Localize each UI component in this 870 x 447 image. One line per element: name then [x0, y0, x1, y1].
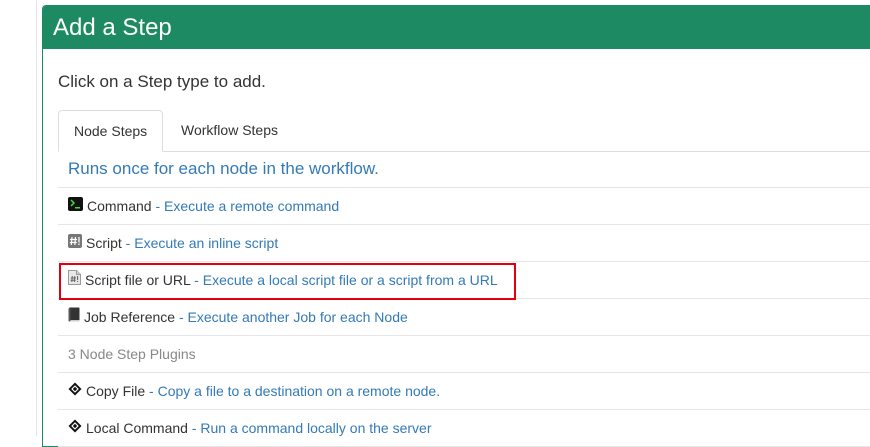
step-name: Local Command: [86, 420, 188, 436]
step-type-tabs: Node Steps Workflow Steps: [58, 110, 870, 152]
tab-workflow-steps[interactable]: Workflow Steps: [166, 110, 293, 150]
diamond-icon: [68, 373, 82, 409]
step-separator: -: [190, 272, 203, 288]
step-item-copy-file[interactable]: Copy File - Copy a file to a destination…: [58, 373, 870, 410]
node-steps-list: Runs once for each node in the workflow.…: [58, 151, 870, 447]
terminal-icon: [68, 188, 83, 224]
step-name: Command: [87, 198, 152, 214]
step-description: Execute another Job for each Node: [187, 309, 408, 325]
step-name: Script file or URL: [85, 272, 191, 288]
step-name: Copy File: [86, 383, 146, 399]
tab-node-steps[interactable]: Node Steps: [58, 110, 164, 152]
step-item-script-file[interactable]: Script file or URL - Execute a local scr…: [58, 262, 870, 299]
diamond-icon: [68, 410, 82, 446]
step-description: Run a command locally on the server: [200, 420, 432, 436]
step-description: Execute an inline script: [134, 235, 279, 251]
plugins-group-label: 3 Node Step Plugins: [58, 336, 870, 373]
script-file-icon: [68, 262, 81, 298]
step-description: Execute a remote command: [164, 198, 340, 214]
step-name: Job Reference: [84, 309, 176, 325]
step-description: Execute a local script file or a script …: [202, 272, 498, 288]
step-separator: -: [151, 198, 165, 214]
panel-title: Add a Step: [43, 6, 870, 49]
node-steps-header: Runs once for each node in the workflow.: [58, 151, 870, 188]
instruction-text: Click on a Step type to add.: [58, 72, 266, 91]
step-name: Script: [86, 235, 122, 251]
step-item-command[interactable]: Command - Execute a remote command: [58, 188, 870, 225]
script-hash-icon: [68, 225, 82, 261]
step-description: Copy a file to a destination on a remote…: [157, 383, 441, 399]
step-separator: -: [121, 235, 135, 251]
left-divider: [36, 0, 37, 436]
step-item-job-reference[interactable]: Job Reference - Execute another Job for …: [58, 299, 870, 336]
step-separator: -: [187, 420, 201, 436]
step-item-script[interactable]: Script - Execute an inline script: [58, 225, 870, 262]
step-separator: -: [145, 383, 158, 399]
book-icon: [68, 299, 80, 335]
step-separator: -: [175, 309, 188, 325]
step-item-local-command[interactable]: Local Command - Run a command locally on…: [58, 410, 870, 447]
